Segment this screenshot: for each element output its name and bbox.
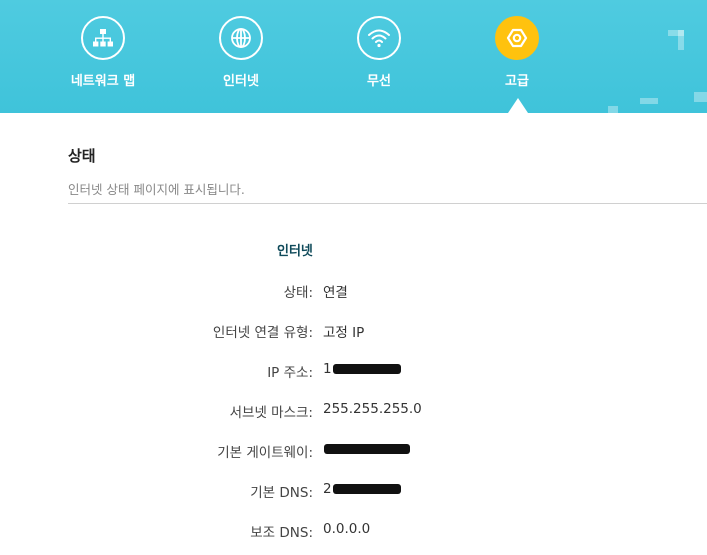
- nav-item-wireless[interactable]: 무선: [324, 16, 434, 89]
- top-navigation-bar: 네트워크 맵 인터넷 무선 고급: [0, 0, 707, 113]
- connection-type-row: 인터넷 연결 유형: 고정 IP: [0, 321, 707, 341]
- secondary-dns-row: 보조 DNS: 0.0.0.0: [0, 521, 707, 541]
- field-label: 기본 게이트웨이:: [217, 445, 313, 461]
- network-map-icon: [81, 16, 125, 60]
- field-label: 상태:: [283, 285, 313, 301]
- field-value: 2: [323, 481, 332, 497]
- field-value: 0.0.0.0: [323, 521, 371, 537]
- field-label: 보조 DNS:: [250, 525, 313, 541]
- nav-item-network-map[interactable]: 네트워크 맵: [48, 16, 158, 89]
- main-nav: 네트워크 맵 인터넷 무선 고급: [0, 0, 707, 113]
- redaction-mark: [332, 484, 401, 494]
- nav-label: 고급: [505, 74, 529, 89]
- field-value: 255.255.255.0: [323, 401, 422, 417]
- field-value-wrap: 2: [323, 481, 401, 497]
- nav-label: 무선: [367, 74, 391, 89]
- field-value: 연결: [323, 285, 348, 301]
- section-description: 인터넷 상태 페이지에 표시됩니다.: [68, 182, 245, 197]
- primary-dns-row: 기본 DNS: 2: [0, 481, 707, 501]
- wifi-icon: [357, 16, 401, 60]
- internet-group-title: 인터넷: [277, 244, 313, 259]
- field-value-wrap: 1: [323, 361, 401, 377]
- nav-label: 인터넷: [223, 74, 259, 89]
- active-tab-pointer: [508, 98, 528, 113]
- gear-icon: [495, 16, 539, 60]
- subnet-mask-row: 서브넷 마스크: 255.255.255.0: [0, 401, 707, 421]
- nav-item-advanced[interactable]: 고급: [462, 16, 572, 89]
- field-label: 인터넷 연결 유형:: [212, 325, 313, 341]
- default-gateway-row: 기본 게이트웨이:: [0, 441, 707, 461]
- nav-label: 네트워크 맵: [70, 74, 136, 89]
- field-value-wrap: [323, 441, 410, 457]
- ip-address-row: IP 주소: 1: [0, 361, 707, 381]
- section-title: 상태: [68, 147, 96, 165]
- nav-item-internet[interactable]: 인터넷: [186, 16, 296, 89]
- divider: [68, 203, 707, 204]
- redaction-mark: [332, 364, 401, 374]
- field-label: 기본 DNS:: [250, 485, 313, 501]
- field-value: 고정 IP: [323, 325, 365, 341]
- redaction-mark: [324, 444, 410, 454]
- field-value: 1: [323, 361, 332, 377]
- globe-icon: [219, 16, 263, 60]
- status-row: 상태: 연결: [0, 281, 707, 301]
- field-label: IP 주소:: [267, 365, 313, 381]
- field-label: 서브넷 마스크:: [229, 405, 313, 421]
